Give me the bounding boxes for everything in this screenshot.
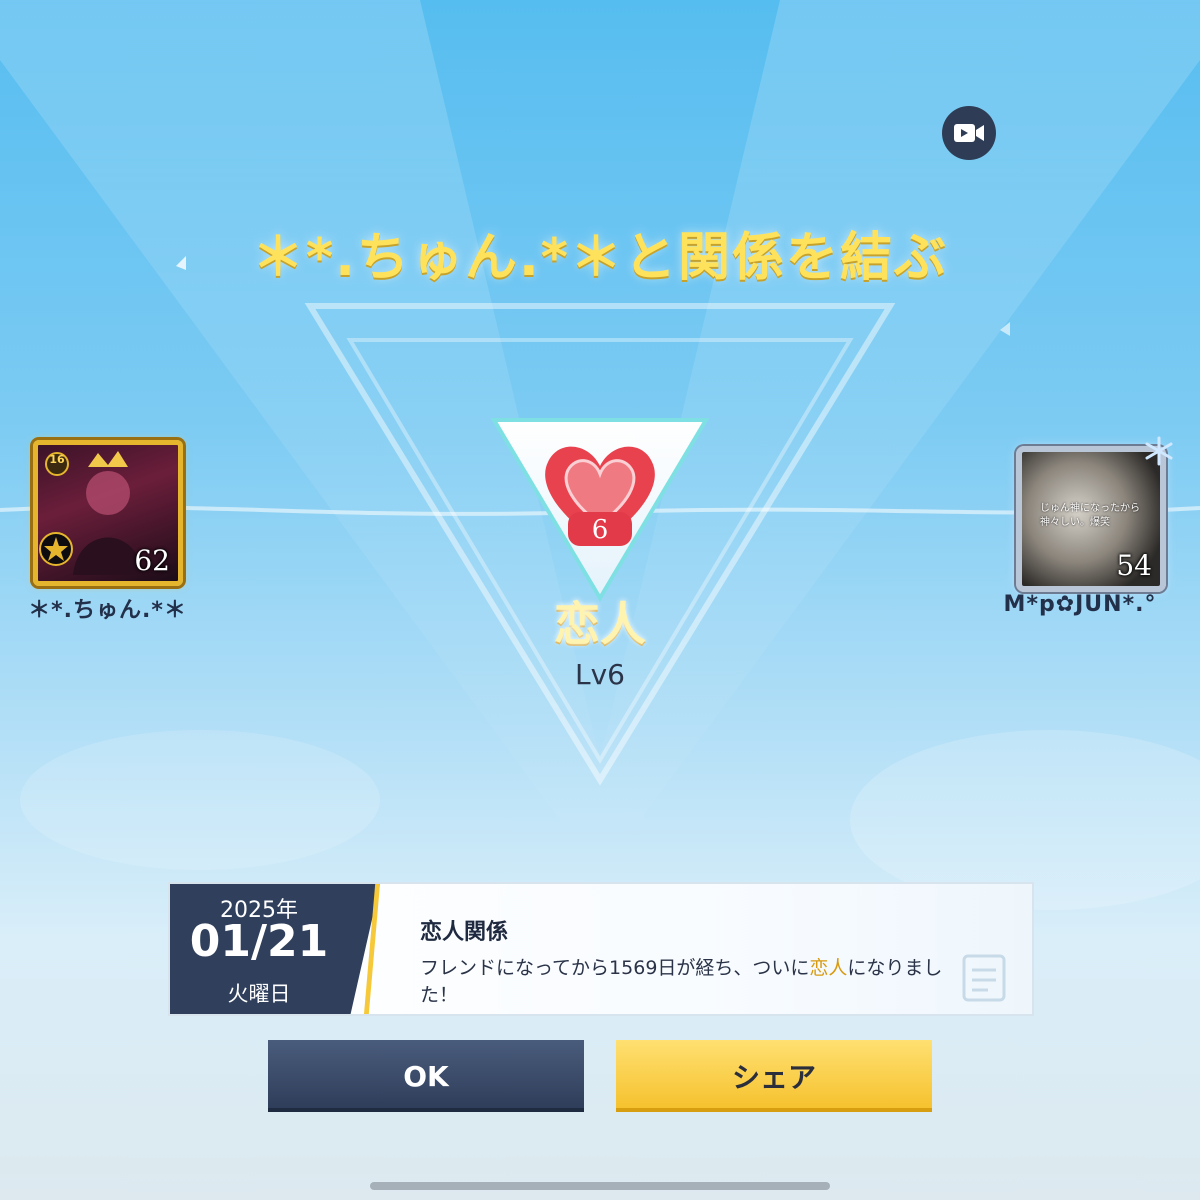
player-level-left: 62	[134, 544, 170, 577]
relation-name: 恋人	[554, 597, 646, 651]
card-title: 恋人関係	[420, 920, 509, 945]
snowflake-icon	[1145, 436, 1173, 466]
relation-badge	[490, 418, 710, 602]
ok-button[interactable]: OK	[268, 1040, 584, 1112]
page-title: ＊*.ちゅん.*＊と関係を結ぶ	[252, 228, 948, 288]
card-message: フレンドになってから1569日が経ち、ついに恋人になりました！	[420, 955, 980, 1009]
record-video-button[interactable]	[942, 106, 996, 160]
player-level-right: 54	[1116, 549, 1152, 582]
relationship-info-card: 2025年 01/21 火曜日 恋人関係 フレンドになってから1569日が経ち、…	[170, 884, 1032, 1014]
share-button[interactable]: シェア	[616, 1040, 932, 1112]
avatar-caption-right: じゅん神になったから 神々しい。爆笑	[1040, 503, 1140, 528]
notepad-icon	[962, 954, 1006, 1002]
relation-level: Lv6	[575, 658, 625, 691]
player-name-right: M*p✿JUN*.°	[1003, 592, 1157, 617]
date-day: 01/21	[189, 916, 329, 967]
player-name-left: ＊*.ちゅん.*＊	[28, 598, 187, 623]
video-record-icon	[954, 124, 984, 142]
player-avatar-right[interactable]: じゅん神になったから 神々しい。爆笑 54	[1016, 436, 1173, 592]
player-avatar-left[interactable]: 16 62	[33, 440, 183, 586]
relationship-screen: ＊*.ちゅん.*＊と関係を結ぶ 16 62 ＊*.ちゅん.*＊ じゅん神になった…	[0, 0, 1200, 1200]
date-weekday: 火曜日	[227, 982, 291, 1006]
home-indicator[interactable]	[370, 1182, 830, 1190]
relation-badge-level: 6	[591, 515, 609, 545]
card-message-highlight: 恋人	[809, 957, 848, 979]
rank-badge-number: 16	[49, 453, 65, 466]
card-message-prefix: フレンドになってから1569日が経ち、ついに	[420, 957, 810, 979]
date-panel: 2025年 01/21 火曜日	[170, 884, 380, 1014]
